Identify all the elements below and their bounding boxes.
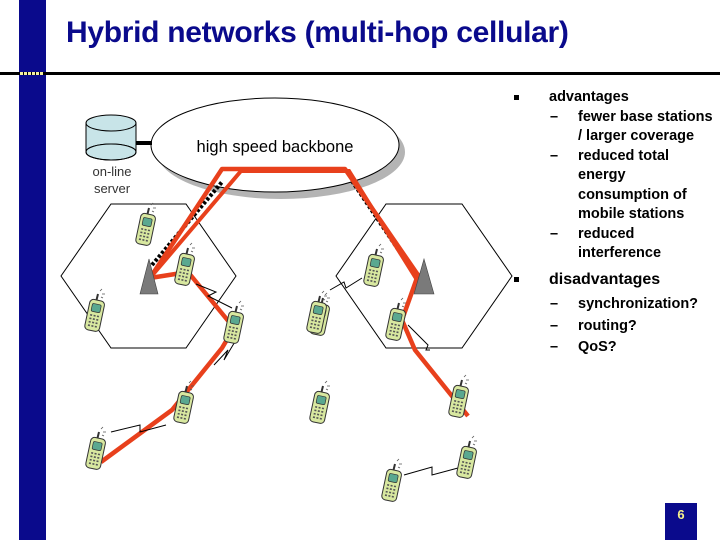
radio-link bbox=[110, 424, 167, 433]
route-path bbox=[99, 166, 470, 464]
disadvantage-item: – QoS? bbox=[550, 339, 617, 355]
mobile-phone-icon bbox=[134, 202, 158, 248]
radio-link bbox=[329, 277, 363, 291]
page-number: 6 bbox=[665, 503, 697, 540]
bullet-square-icon bbox=[514, 95, 519, 100]
bullet-panel: advantages – fewer base stations / larger… bbox=[512, 88, 717, 360]
backbone-label: high speed backbone bbox=[197, 138, 354, 156]
advantage-item: – reduced interference bbox=[550, 225, 662, 262]
server-label-line2: server bbox=[94, 181, 131, 196]
mobile-phone-icon bbox=[222, 300, 246, 346]
disadvantages-list: – synchronization? – routing? – QoS? bbox=[512, 295, 717, 358]
mobile-phone-icon bbox=[83, 288, 107, 334]
mobile-phone-icon bbox=[84, 426, 108, 472]
advantage-item: – reduced total energy consumption of mob… bbox=[550, 147, 687, 223]
bullet-square-icon bbox=[514, 276, 519, 282]
mobile-phone-icon bbox=[380, 458, 404, 504]
advantage-item: – fewer base stations / larger coverage bbox=[550, 108, 713, 145]
disadvantage-item: – synchronization? bbox=[550, 296, 699, 312]
server-icon bbox=[85, 114, 137, 161]
advantages-list: – fewer base stations / larger coverage –… bbox=[512, 108, 717, 264]
disadvantage-item: – routing? bbox=[550, 317, 637, 334]
mobile-phone-icon bbox=[308, 380, 332, 426]
advantages-heading: advantages bbox=[512, 88, 717, 108]
mobile-phone-icon bbox=[455, 435, 479, 481]
mobile-phone-icon bbox=[384, 297, 408, 343]
radio-link bbox=[403, 466, 459, 476]
server-label-line1: on-line bbox=[92, 164, 131, 179]
disadvantages-heading: disadvantages bbox=[512, 270, 717, 290]
mobile-phone-icon bbox=[362, 243, 386, 289]
